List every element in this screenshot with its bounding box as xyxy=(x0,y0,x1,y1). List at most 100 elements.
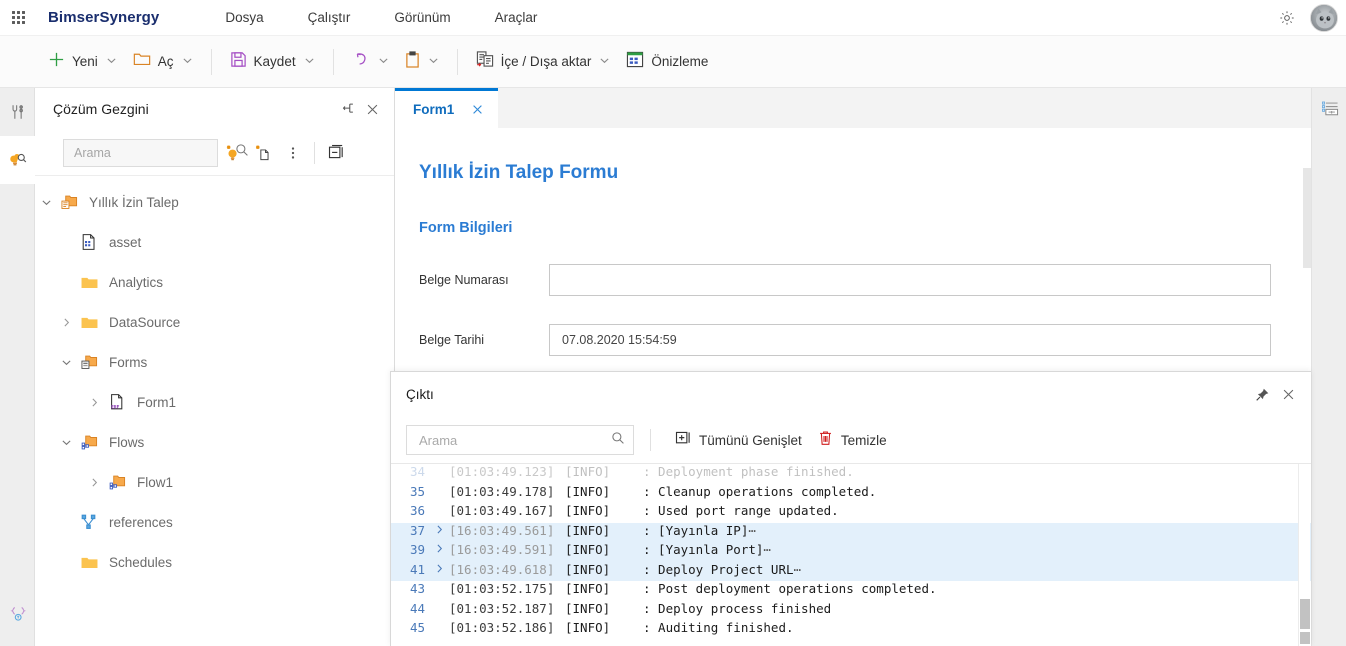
save-button[interactable]: Kaydet xyxy=(222,45,323,79)
chevron-down-icon[interactable] xyxy=(35,197,57,208)
log-row[interactable]: 35 [01:03:49.178] [INFO] : Cleanup opera… xyxy=(391,484,1311,504)
tree-node-flow1[interactable]: Flow1 xyxy=(35,462,394,502)
paste-button[interactable] xyxy=(397,45,447,79)
tree-node-asset[interactable]: asset xyxy=(35,222,394,262)
close-icon[interactable] xyxy=(1275,382,1301,408)
menu-item-araclar[interactable]: Araçlar xyxy=(473,2,560,33)
tree-node-schedules[interactable]: Schedules xyxy=(35,542,394,582)
menu-item-dosya[interactable]: Dosya xyxy=(203,2,285,33)
log-expand-chevron-icon[interactable] xyxy=(431,542,447,562)
log-expand-placeholder xyxy=(431,503,447,523)
more-options-icon[interactable] xyxy=(278,138,308,168)
explorer-search-input[interactable] xyxy=(74,145,235,160)
log-expand-chevron-icon[interactable] xyxy=(431,523,447,543)
log-expand-placeholder xyxy=(431,464,447,484)
log-level: [INFO] xyxy=(565,542,611,557)
log-message: : Auditing finished. xyxy=(643,620,794,635)
clear-button[interactable]: Temizle xyxy=(810,425,895,455)
log-row[interactable]: 39 [16:03:49.591] [INFO] : [Yayınla Port… xyxy=(391,542,1311,562)
chevron-right-icon[interactable] xyxy=(55,317,77,328)
app-launcher-icon[interactable] xyxy=(0,0,36,36)
tree-node-flows[interactable]: Flows xyxy=(35,422,394,462)
chevron-down-icon[interactable] xyxy=(428,53,439,71)
output-log-table: 34 [01:03:49.123] [INFO] : Deployment ph… xyxy=(391,464,1311,640)
open-button-label: Aç xyxy=(157,54,174,69)
top-menu-bar: BimserSynergy Dosya Çalıştır Görünüm Ara… xyxy=(0,0,1346,36)
toolbar-divider xyxy=(456,48,458,75)
tree-node-form1[interactable]: ERF Form1 xyxy=(35,382,394,422)
new-item-bulb-icon[interactable] xyxy=(218,138,248,168)
output-search-box[interactable] xyxy=(406,425,634,455)
explorer-header: Çözüm Gezgini xyxy=(35,88,394,130)
log-line-number: 36 xyxy=(409,503,425,518)
output-title: Çıktı xyxy=(406,387,434,402)
pin-icon[interactable] xyxy=(336,97,360,121)
output-search-input[interactable] xyxy=(419,432,611,448)
menu-item-calistir[interactable]: Çalıştır xyxy=(286,2,373,33)
app-brand-title[interactable]: BimserSynergy xyxy=(48,9,159,26)
tree-node-yillik-izin-talep[interactable]: Yıllık İzin Talep xyxy=(35,182,394,222)
clipboard-paste-icon xyxy=(405,50,420,73)
open-button[interactable]: Aç xyxy=(125,45,201,79)
tree-node-datasource[interactable]: DataSource xyxy=(35,302,394,342)
gear-icon[interactable] xyxy=(1274,5,1300,31)
log-row[interactable]: 45 [01:03:52.186] [INFO] : Auditing fini… xyxy=(391,620,1311,640)
log-row[interactable]: 37 [16:03:49.561] [INFO] : [Yayınla IP]⋯ xyxy=(391,522,1311,543)
tab-form1[interactable]: Form1 xyxy=(395,88,499,128)
log-timestamp: [16:03:49.591] xyxy=(449,542,555,557)
belge-numarasi-input[interactable] xyxy=(549,264,1271,296)
close-icon[interactable] xyxy=(360,97,384,121)
chevron-down-icon[interactable] xyxy=(182,53,193,71)
chevron-down-icon[interactable] xyxy=(55,437,77,448)
log-row[interactable]: 41 [16:03:49.618] [INFO] : Deploy Projec… xyxy=(391,561,1311,582)
tree-node-label: asset xyxy=(109,234,142,250)
log-row[interactable]: 36 [01:03:49.167] [INFO] : Used port ran… xyxy=(391,503,1311,523)
tree-node-references[interactable]: references xyxy=(35,502,394,542)
log-expand-placeholder xyxy=(431,620,447,640)
form-section-heading: Form Bilgileri xyxy=(419,220,513,236)
toolbox-icon[interactable] xyxy=(0,88,35,136)
new-button-label: Yeni xyxy=(72,54,98,69)
tree-node-forms[interactable]: Forms xyxy=(35,342,394,382)
chevron-down-icon[interactable] xyxy=(599,53,610,71)
new-button[interactable]: Yeni xyxy=(40,45,125,79)
output-log-scroll-thumb[interactable] xyxy=(1300,599,1310,629)
pin-icon[interactable] xyxy=(1249,382,1275,408)
expand-all-button[interactable]: Tümünü Genişlet xyxy=(667,425,810,455)
output-log-scroll-thumb-secondary[interactable] xyxy=(1300,632,1310,644)
properties-panel-icon[interactable] xyxy=(1312,88,1346,130)
chevron-down-icon[interactable] xyxy=(378,53,389,71)
trash-icon xyxy=(818,430,833,451)
log-level: [INFO] xyxy=(565,483,611,499)
forms-folder-icon xyxy=(77,354,101,371)
tree-node-analytics[interactable]: Analytics xyxy=(35,262,394,302)
editor-scroll-thumb[interactable] xyxy=(1303,168,1311,268)
output-log-area: 34 [01:03:49.123] [INFO] : Deployment ph… xyxy=(391,464,1311,646)
code-braces-icon[interactable] xyxy=(0,590,35,638)
user-avatar[interactable] xyxy=(1310,4,1338,32)
log-row[interactable]: 44 [01:03:52.187] [INFO] : Deploy proces… xyxy=(391,601,1311,621)
log-row[interactable]: 34 [01:03:49.123] [INFO] : Deployment ph… xyxy=(391,464,1311,484)
solution-explorer-icon[interactable] xyxy=(0,136,35,184)
chevron-down-icon[interactable] xyxy=(55,357,77,368)
new-file-icon[interactable] xyxy=(248,138,278,168)
import-export-button[interactable]: İçe / Dışa aktar xyxy=(468,45,619,79)
collapse-all-icon[interactable] xyxy=(321,138,351,168)
chevron-down-icon[interactable] xyxy=(106,53,117,71)
chevron-right-icon[interactable] xyxy=(83,477,105,488)
ribbon-toolbar: Yeni Aç Kaydet İçe / Dışa aktar Önizleme xyxy=(0,36,1346,88)
preview-button[interactable]: Önizleme xyxy=(618,45,716,79)
chevron-down-icon[interactable] xyxy=(304,53,315,71)
chevron-right-icon[interactable] xyxy=(83,397,105,408)
menu-item-gorunum[interactable]: Görünüm xyxy=(372,2,472,33)
output-log-scrollbar[interactable] xyxy=(1298,464,1310,646)
log-expand-chevron-icon[interactable] xyxy=(431,562,447,582)
log-row[interactable]: 43 [01:03:52.175] [INFO] : Post deployme… xyxy=(391,581,1311,601)
save-floppy-icon xyxy=(230,51,247,73)
close-icon[interactable] xyxy=(468,101,486,119)
belge-tarihi-input[interactable]: 07.08.2020 15:54:59 xyxy=(549,324,1271,356)
search-icon xyxy=(611,431,625,450)
form-title: Yıllık İzin Talep Formu xyxy=(419,162,619,183)
explorer-search-box[interactable] xyxy=(63,138,248,167)
undo-button[interactable] xyxy=(344,45,397,79)
